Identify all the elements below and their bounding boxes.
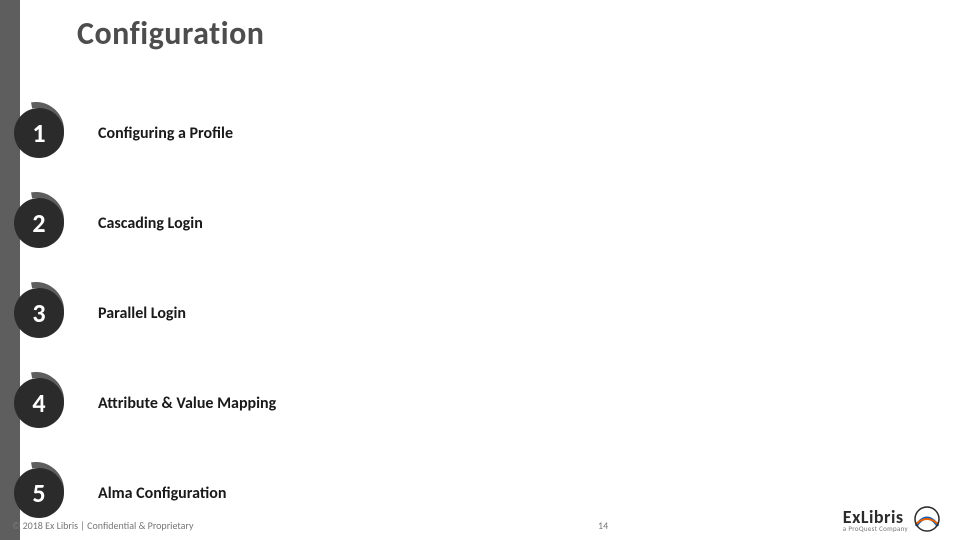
list-item: 4 Attribute & Value Mapping xyxy=(10,358,276,448)
list-item: 1 Configuring a Profile xyxy=(10,88,276,178)
brand-logo: ExLibris a ProQuest Company xyxy=(843,504,942,534)
number-badge: 5 xyxy=(14,468,64,518)
page-title: Configuration xyxy=(77,14,264,53)
logo-text-block: ExLibris a ProQuest Company xyxy=(843,506,908,533)
badge-number: 1 xyxy=(14,108,64,158)
logo-subtitle: a ProQuest Company xyxy=(843,524,908,533)
item-label: Cascading Login xyxy=(98,214,203,233)
item-label: Parallel Login xyxy=(98,304,186,323)
list-item: 3 Parallel Login xyxy=(10,268,276,358)
number-badge: 4 xyxy=(14,378,64,428)
page-number: 14 xyxy=(598,519,608,532)
item-label: Alma Configuration xyxy=(98,484,226,503)
agenda-list: 1 Configuring a Profile 2 Cascading Logi… xyxy=(10,88,276,538)
item-label: Attribute & Value Mapping xyxy=(98,394,276,413)
badge-number: 5 xyxy=(14,468,64,518)
number-badge: 2 xyxy=(14,198,64,248)
badge-number: 2 xyxy=(14,198,64,248)
list-item: 2 Cascading Login xyxy=(10,178,276,268)
badge-number: 3 xyxy=(14,288,64,338)
slide: Configuration 1 Configuring a Profile 2 … xyxy=(0,0,960,540)
footer-copyright: © 2018 Ex Libris | Confidential & Propri… xyxy=(12,519,193,532)
number-badge: 1 xyxy=(14,108,64,158)
number-badge: 3 xyxy=(14,288,64,338)
badge-number: 4 xyxy=(14,378,64,428)
item-label: Configuring a Profile xyxy=(98,124,233,143)
logo-mark-icon xyxy=(912,504,942,534)
